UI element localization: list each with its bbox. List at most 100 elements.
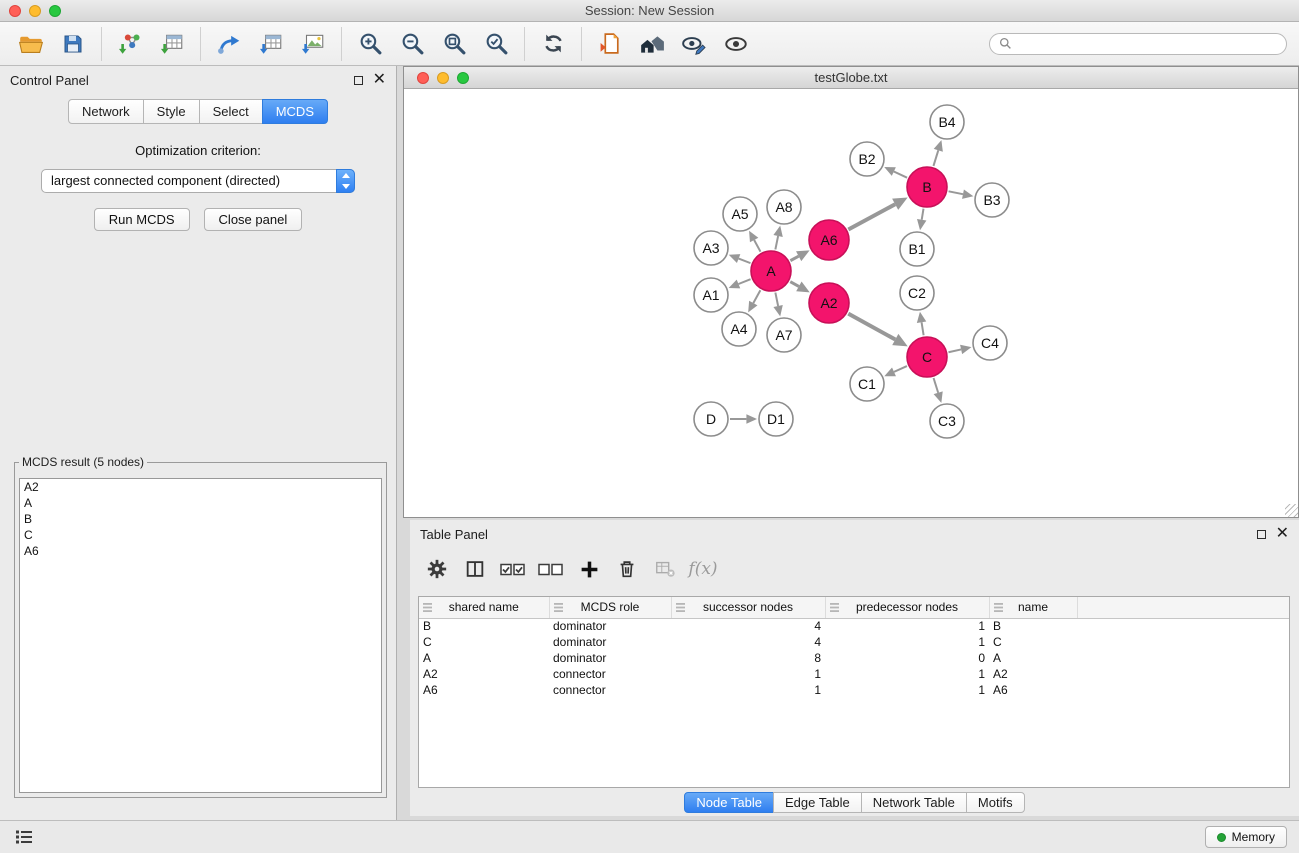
mcds-result-item[interactable]: A6 [20, 543, 381, 559]
mcds-result-item[interactable]: A [20, 495, 381, 511]
deselect-all-rows-button[interactable] [532, 552, 570, 586]
save-session-button[interactable] [52, 26, 94, 62]
table-cell[interactable]: dominator [549, 618, 671, 634]
edge-B-B4[interactable] [933, 150, 938, 166]
graph-node-A4[interactable]: A4 [722, 312, 756, 346]
graph-node-A7[interactable]: A7 [767, 318, 801, 352]
edge-B-B2[interactable] [894, 172, 907, 178]
network-close-button[interactable] [417, 72, 429, 84]
graph-node-A8[interactable]: A8 [767, 190, 801, 224]
table-cell[interactable]: connector [549, 682, 671, 698]
table-row[interactable]: A2connector11A2 [419, 666, 1289, 682]
delete-column-button[interactable] [608, 552, 646, 586]
graph-node-D[interactable]: D [694, 402, 728, 436]
network-minimize-button[interactable] [437, 72, 449, 84]
show-columns-button[interactable] [456, 552, 494, 586]
graph-node-B3[interactable]: B3 [975, 183, 1009, 217]
minimize-window-button[interactable] [29, 5, 41, 17]
table-cell[interactable]: 1 [825, 634, 989, 650]
task-history-button[interactable] [12, 825, 36, 849]
table-cell[interactable]: connector [549, 666, 671, 682]
table-cell[interactable]: B [989, 618, 1077, 634]
table-cell[interactable]: 8 [671, 650, 825, 666]
zoom-in-button[interactable] [349, 26, 391, 62]
mcds-result-item[interactable]: B [20, 511, 381, 527]
graph-node-A2[interactable]: A2 [809, 283, 849, 323]
table-cell[interactable]: 4 [671, 618, 825, 634]
edge-A2-C[interactable] [848, 314, 895, 340]
table-cell[interactable]: 1 [671, 682, 825, 698]
search-field[interactable] [989, 33, 1287, 55]
refresh-button[interactable] [532, 26, 574, 62]
table-row[interactable]: Cdominator41C [419, 634, 1289, 650]
export-network-button[interactable] [208, 26, 250, 62]
table-cell[interactable]: A [419, 650, 549, 666]
function-builder-button[interactable]: f(x) [684, 552, 722, 586]
import-table-button[interactable] [151, 26, 193, 62]
edge-A-A7[interactable] [775, 293, 778, 306]
network-zoom-button[interactable] [457, 72, 469, 84]
edge-A-A5[interactable] [754, 240, 760, 252]
table-cell[interactable]: A [989, 650, 1077, 666]
column-header-mcds-role[interactable]: MCDS role [549, 597, 671, 618]
table-cell[interactable]: A2 [989, 666, 1077, 682]
graph-node-C[interactable]: C [907, 337, 947, 377]
zoom-window-button[interactable] [49, 5, 61, 17]
mcds-result-item[interactable]: A2 [20, 479, 381, 495]
memory-button[interactable]: Memory [1205, 826, 1287, 848]
add-column-button[interactable] [570, 552, 608, 586]
edge-C-C2[interactable] [922, 322, 924, 335]
export-image-button[interactable] [292, 26, 334, 62]
table-tab-network-table[interactable]: Network Table [861, 792, 967, 813]
graph-node-B[interactable]: B [907, 167, 947, 207]
column-header-successor-nodes[interactable]: successor nodes [671, 597, 825, 618]
show-graphics-details-button[interactable] [673, 26, 715, 62]
float-table-panel-button[interactable] [1257, 530, 1266, 539]
edge-A6-B[interactable] [848, 204, 895, 229]
open-session-button[interactable] [10, 26, 52, 62]
graph-node-C2[interactable]: C2 [900, 276, 934, 310]
column-header-predecessor-nodes[interactable]: predecessor nodes [825, 597, 989, 618]
table-cell[interactable]: C [989, 634, 1077, 650]
export-table-button[interactable] [250, 26, 292, 62]
graph-node-B4[interactable]: B4 [930, 105, 964, 139]
import-network-button[interactable] [109, 26, 151, 62]
table-row[interactable]: A6connector11A6 [419, 682, 1289, 698]
table-tab-motifs[interactable]: Motifs [966, 792, 1025, 813]
graph-node-B2[interactable]: B2 [850, 142, 884, 176]
float-panel-button[interactable] [354, 76, 363, 85]
close-window-button[interactable] [9, 5, 21, 17]
table-cell[interactable]: dominator [549, 650, 671, 666]
close-table-panel-button[interactable]: ✕ [1276, 528, 1289, 540]
table-settings-button[interactable] [418, 552, 456, 586]
table-cell[interactable]: B [419, 618, 549, 634]
select-all-rows-button[interactable] [494, 552, 532, 586]
optimization-criterion-dropdown[interactable]: largest connected component (directed) [41, 169, 355, 193]
close-panel-button[interactable]: ✕ [373, 74, 386, 86]
edge-A-A2[interactable] [790, 282, 799, 287]
graph-node-A6[interactable]: A6 [809, 220, 849, 260]
table-tab-edge-table[interactable]: Edge Table [773, 792, 862, 813]
table-tab-node-table[interactable]: Node Table [684, 792, 774, 813]
column-header-shared-name[interactable]: shared name [419, 597, 549, 618]
graph-node-D1[interactable]: D1 [759, 402, 793, 436]
edge-C-C1[interactable] [894, 366, 907, 372]
column-header-name[interactable]: name [989, 597, 1077, 618]
edge-A-A6[interactable] [790, 256, 798, 260]
edge-A-A4[interactable] [753, 290, 760, 303]
graph-node-A[interactable]: A [751, 251, 791, 291]
show-hide-button[interactable] [715, 26, 757, 62]
table-cell[interactable]: 4 [671, 634, 825, 650]
home-button[interactable] [631, 26, 673, 62]
search-input[interactable] [1017, 37, 1277, 51]
graph-node-A1[interactable]: A1 [694, 278, 728, 312]
graph-node-B1[interactable]: B1 [900, 232, 934, 266]
edge-B-B3[interactable] [949, 191, 963, 194]
table-cell[interactable]: 1 [825, 666, 989, 682]
run-mcds-button[interactable]: Run MCDS [94, 208, 190, 231]
close-panel-button-mcds[interactable]: Close panel [204, 208, 303, 231]
graph-node-A5[interactable]: A5 [723, 197, 757, 231]
table-cell[interactable]: 1 [825, 682, 989, 698]
table-row[interactable]: Adominator80A [419, 650, 1289, 666]
zoom-fit-button[interactable] [433, 26, 475, 62]
